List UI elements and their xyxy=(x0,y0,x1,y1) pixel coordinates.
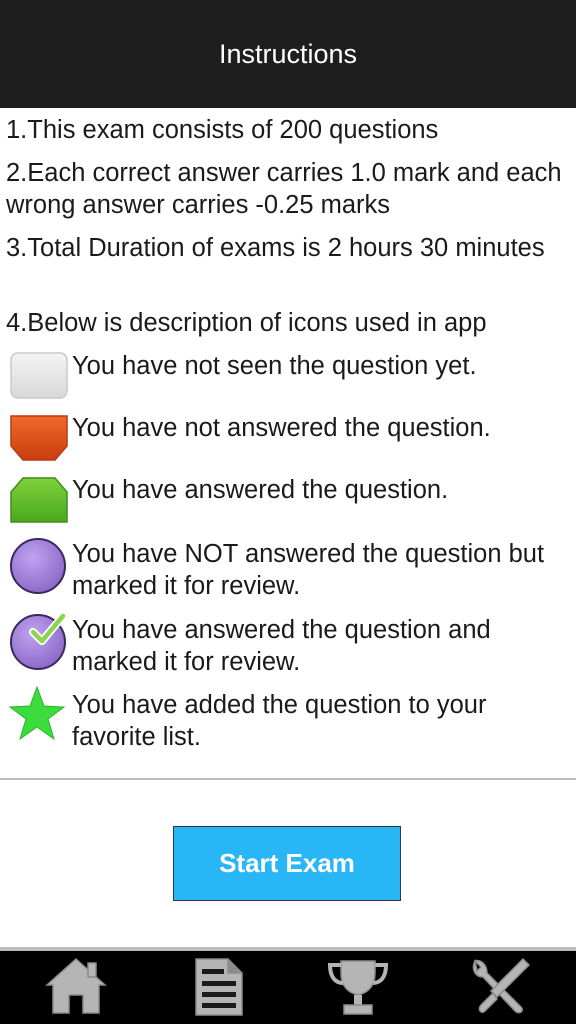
divider xyxy=(0,778,576,780)
instruction-1: 1.This exam consists of 200 questions xyxy=(6,116,439,144)
page-title: Instructions xyxy=(218,38,358,69)
not-seen-icon xyxy=(9,350,69,402)
bottom-nav xyxy=(0,951,576,1024)
start-exam-button[interactable]: Start Exam xyxy=(173,826,401,901)
nav-home[interactable] xyxy=(40,955,112,1021)
instruction-3: 3.Total Duration of exams is 2 hours 30 … xyxy=(6,234,545,262)
legend-text-favorite: You have added the question to your favo… xyxy=(72,691,487,751)
nav-trophy[interactable] xyxy=(322,955,394,1021)
trophy-icon xyxy=(325,955,391,1022)
app-header: Instructions xyxy=(0,0,576,108)
instruction-4: 4.Below is description of icons used in … xyxy=(6,309,487,337)
home-icon xyxy=(43,955,109,1022)
instruction-2: 2.Each correct answer carries 1.0 mark a… xyxy=(6,159,562,219)
legend-text-answered-marked-review: You have answered the question and marke… xyxy=(72,616,491,676)
legend-text-not-seen: You have not seen the question yet. xyxy=(72,352,477,380)
nav-tools[interactable] xyxy=(464,955,536,1021)
marked-review-icon xyxy=(9,538,69,594)
answered-icon xyxy=(9,474,69,526)
answered-marked-review-icon xyxy=(9,612,69,670)
tools-icon xyxy=(467,955,533,1022)
legend-text-answered: You have answered the question. xyxy=(72,476,449,504)
legend-text-marked-review: You have NOT answered the question but m… xyxy=(72,540,545,600)
favorite-star-icon xyxy=(8,685,69,741)
not-answered-icon xyxy=(9,412,69,464)
document-icon xyxy=(188,955,248,1022)
legend-text-not-answered: You have not answered the question. xyxy=(72,414,491,442)
nav-document[interactable] xyxy=(182,955,254,1021)
